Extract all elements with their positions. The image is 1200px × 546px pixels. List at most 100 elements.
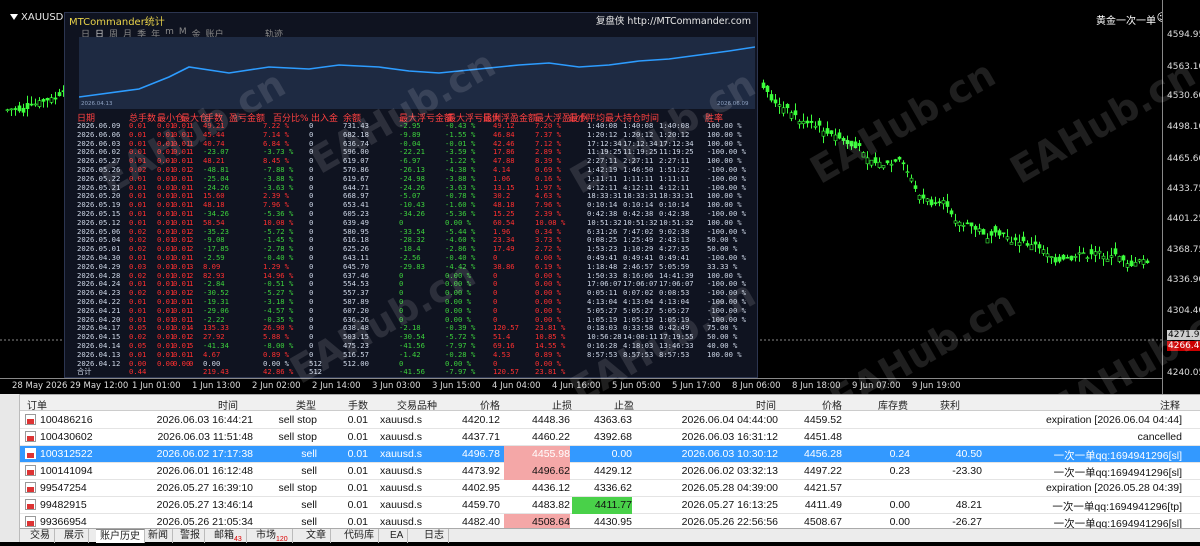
account-history-table[interactable]: 订单 时间 类型 手数 交易品种 价格 止损 止盈 时间 价格 库存费 获利 注释 100486216 2…: [0, 394, 1200, 531]
stats-cell: 50.00 %: [707, 244, 738, 254]
candle-body: [929, 199, 934, 206]
stats-cell: 8.09: [203, 261, 221, 271]
order-header-cell[interactable]: 价格: [822, 397, 842, 412]
order-header-cell[interactable]: 时间: [756, 397, 776, 412]
stats-cell: 0:49:41: [623, 252, 654, 262]
stats-cell: 47.88: [493, 156, 515, 166]
stats-cell: 0: [309, 235, 314, 245]
stats-cell: 17.86: [493, 147, 515, 157]
order-comment: 一次一单qq:1694941296[tp]: [1052, 501, 1182, 513]
stats-cell: 1:05:19: [587, 314, 618, 324]
stats-cell: 7.37 %: [535, 129, 561, 139]
tab-8[interactable]: 代码库: [340, 529, 379, 543]
stats-cell: 48.18: [493, 200, 515, 210]
order-sl: 4460.22: [532, 431, 570, 443]
stats-cell: 14:41:39: [659, 270, 694, 280]
stats-cell: 0: [493, 305, 498, 315]
stats-cell: -1.55 %: [445, 129, 476, 139]
price-chart[interactable]: XAUUSD.s 黄金一次一单 ☺ 4594.954563.104530.604…: [0, 0, 1200, 432]
stats-cell: -0.01 %: [445, 138, 476, 148]
tab-0[interactable]: 交易: [26, 529, 55, 543]
order-header-cell[interactable]: 止盈: [614, 397, 634, 412]
table-header: 订单 时间 类型 手数 交易品种 价格 止损 止盈 时间 价格 库存费 获利 注释: [0, 395, 1200, 412]
order-header-cell[interactable]: 交易品种: [397, 397, 437, 412]
stats-cell: -17.85: [203, 244, 229, 254]
stats-cell: -29.06: [203, 305, 229, 315]
order-row[interactable]: 100430602 2026.06.03 11:51:48 sell stop 0.0…: [0, 429, 1200, 446]
stats-cell: 0.02: [129, 270, 147, 280]
stats-cell: 0.01: [173, 226, 191, 236]
candle-body: [1053, 257, 1058, 263]
order-row[interactable]: 100312522 2026.06.02 17:17:38 sell 0.01 xauu…: [0, 446, 1200, 463]
panel-link[interactable]: 复盘侠 http://MTCommander.com: [596, 13, 751, 27]
stats-cell: 2: [189, 270, 194, 280]
tab-2[interactable]: 账户历史: [96, 529, 145, 543]
order-header-cell[interactable]: 订单: [27, 397, 47, 412]
tab-7[interactable]: 文章: [302, 529, 331, 543]
tab-3[interactable]: 新闻: [144, 529, 173, 543]
stats-cell: 6.19 %: [535, 261, 561, 271]
order-header-cell[interactable]: 止损: [552, 397, 572, 412]
stats-cell: 1: [189, 314, 194, 324]
stats-cell: 0:10:14: [623, 200, 654, 210]
tab-1[interactable]: 展示: [60, 529, 89, 543]
order-row[interactable]: 100486216 2026.06.03 16:44:21 sell stop 0.0…: [0, 412, 1200, 429]
order-time: 2026.06.02 17:17:38: [156, 448, 253, 460]
stats-cell: 0.02: [129, 288, 147, 298]
order-tp: 4411.77: [572, 497, 632, 514]
order-header-cell[interactable]: 价格: [480, 397, 500, 412]
stats-cell: 0.00 %: [535, 314, 561, 324]
tab-6[interactable]: 市场120: [252, 529, 293, 543]
stats-cell: 0.03: [129, 261, 147, 271]
tab-5[interactable]: 邮箱43: [210, 529, 247, 543]
order-type-icon: [25, 414, 36, 425]
candle-body: [1105, 258, 1110, 262]
stats-row: 2026.05.22 0.01 0.01 0.01 1 -25.04 -3.88 % 0 619…: [77, 174, 753, 183]
candle-body: [1141, 259, 1146, 265]
stats-cell: -7.97 %: [445, 340, 476, 350]
stats-cell: 0.02: [129, 244, 147, 254]
stats-cell: 33.33 %: [707, 261, 738, 271]
candle-body: [29, 103, 34, 106]
order-type: sell stop: [278, 431, 317, 443]
stats-cell: 1: [189, 349, 194, 359]
order-header-cell[interactable]: 手数: [348, 397, 368, 412]
stats-cell: 10:51:32: [623, 217, 658, 227]
stats-cell: 0.01: [129, 121, 147, 130]
tab-4[interactable]: 警报: [176, 529, 205, 543]
tab-10[interactable]: 日志: [420, 529, 449, 543]
order-header-cell[interactable]: 时间: [218, 397, 238, 412]
stats-cell: -29.83: [399, 261, 425, 271]
stats-cell: -2.84: [203, 279, 225, 289]
order-row[interactable]: 99482915 2026.05.27 13:46:14 sell 0.01 xauus…: [0, 497, 1200, 514]
candle-body: [889, 163, 894, 166]
stats-cell: 0.01: [157, 349, 175, 359]
stats-cell: 0: [493, 252, 498, 262]
stats-cell: -3.88 %: [445, 173, 476, 183]
tab-9[interactable]: EA: [386, 529, 409, 543]
order-header-cell[interactable]: 库存费: [878, 397, 908, 412]
time-tick-label: 5 Jun 17:00: [672, 381, 721, 391]
stats-cell: 0.01: [173, 314, 191, 324]
order-row[interactable]: 99547254 2026.05.27 16:39:10 sell stop 0.01…: [0, 480, 1200, 497]
order-tp: 4392.68: [594, 431, 632, 443]
stats-cell: 0.01: [173, 191, 191, 201]
order-header-cell[interactable]: 获利: [940, 397, 960, 412]
order-price: 4473.92: [462, 465, 500, 477]
order-time: 2026.05.27 13:46:14: [156, 499, 253, 511]
stats-cell: 0.02: [129, 226, 147, 236]
candle-body: [41, 99, 46, 102]
order-type-icon: [25, 431, 36, 442]
equity-start-date: 2026.04.13: [81, 101, 113, 107]
order-volume: 0.01: [347, 448, 368, 460]
stats-cell: 0.00 %: [445, 314, 471, 324]
stats-cell: -3.63 %: [445, 182, 476, 192]
time-tick-label: 1 Jun 13:00: [192, 381, 241, 391]
order-swap: 0.24: [889, 448, 910, 460]
stats-cell: 0.00 %: [535, 279, 561, 289]
order-row[interactable]: 100141094 2026.06.01 16:12:48 sell 0.01 xauu…: [0, 463, 1200, 480]
order-header-cell[interactable]: 类型: [296, 397, 316, 412]
order-header-cell[interactable]: 注释: [1160, 397, 1180, 412]
candle-body: [961, 224, 966, 227]
stats-cell: 2026.06.09: [77, 121, 121, 130]
